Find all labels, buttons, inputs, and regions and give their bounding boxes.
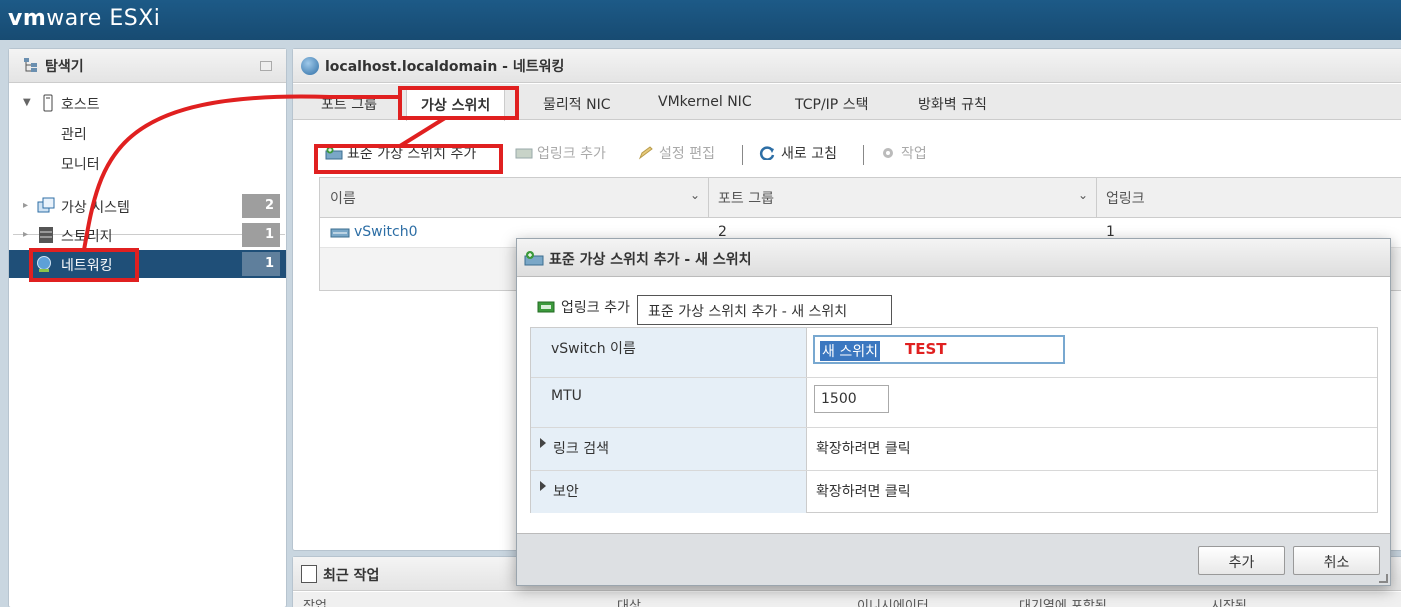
network-icon <box>37 256 51 272</box>
form-row-link-discovery[interactable]: 링크 검색 확장하려면 클릭 <box>531 428 1377 471</box>
column-header-queued[interactable]: 대기열에 포함됨 <box>1019 595 1107 607</box>
count-badge: 1 <box>242 252 280 276</box>
expand-triangle-icon[interactable] <box>540 481 546 491</box>
recent-tasks-title: 최근 작업 <box>323 568 380 584</box>
dialog-footer: 추가 취소 <box>517 533 1390 585</box>
clipboard-icon <box>301 565 317 583</box>
actions-button[interactable]: 작업 <box>879 143 927 163</box>
tab-bar: 포트 그룹 가상 스위치 물리적 NIC VMkernel NIC TCP/IP… <box>293 84 1401 121</box>
network-globe-icon <box>301 57 319 75</box>
cancel-button[interactable]: 취소 <box>1293 546 1380 575</box>
count-badge: 1 <box>242 223 280 247</box>
resize-grip-icon[interactable] <box>1379 574 1388 583</box>
tooltip: 표준 가상 스위치 추가 - 새 스위치 <box>637 295 892 325</box>
toolbar-separator <box>863 145 864 165</box>
tab-physical-nics[interactable]: 물리적 NIC <box>543 94 610 114</box>
add-switch-icon <box>524 251 544 266</box>
column-header-port-groups[interactable]: 포트 그룹 <box>718 188 774 208</box>
add-vswitch-dialog: 표준 가상 스위치 추가 - 새 스위치 업링크 추가 표준 가상 스위치 추가… <box>516 238 1391 586</box>
expand-triangle-icon[interactable] <box>540 438 546 448</box>
nav-item-host[interactable]: ▼ 호스트 <box>9 89 286 117</box>
chevron-down-icon[interactable]: ⌄ <box>1078 188 1088 202</box>
tab-port-groups[interactable]: 포트 그룹 <box>321 94 377 114</box>
nav-item-monitor[interactable]: 모니터 <box>9 149 286 177</box>
vswitch-name-value: 새 스위치 <box>820 341 880 361</box>
refresh-icon <box>759 146 775 160</box>
expand-caret-icon[interactable]: ▸ <box>23 200 28 211</box>
vmware-esxi-logo: vmware ESXi <box>8 6 161 31</box>
vswitch-icon <box>330 228 350 238</box>
edit-settings-button[interactable]: 설정 편집 <box>637 143 715 163</box>
security-expand-hint[interactable]: 확장하려면 클릭 <box>816 481 911 501</box>
column-header-initiator[interactable]: 이니시에이터 <box>857 595 929 607</box>
toolbar-separator <box>742 145 743 165</box>
tab-virtual-switches[interactable]: 가상 스위치 <box>406 88 506 121</box>
column-header-task[interactable]: 작업 <box>303 595 327 607</box>
toolbar: 표준 가상 스위치 추가 업링크 추가 설정 편집 새로 고침 작업 <box>293 139 1401 169</box>
expand-caret-icon[interactable]: ▸ <box>23 229 28 240</box>
refresh-button[interactable]: 새로 고침 <box>759 143 837 163</box>
vswitch-name-label: vSwitch 이름 <box>551 341 636 357</box>
uplink-icon <box>537 301 555 313</box>
recent-tasks-columns: 작업 대상 이니시에이터 대기열에 포함됨 시작됨 <box>293 592 1401 607</box>
pencil-icon <box>638 146 653 160</box>
add-button[interactable]: 추가 <box>1198 546 1285 575</box>
tab-vmkernel-nics[interactable]: VMkernel NIC <box>658 94 752 110</box>
vswitch-name-link[interactable]: vSwitch0 <box>354 224 417 240</box>
navigator-panel: 탐색기 ▼ 호스트 관리 모니터 ▸ 가상 시스템 2 ▸ 스토리지 1 네트워… <box>8 48 287 607</box>
form-row-security[interactable]: 보안 확장하려면 클릭 <box>531 471 1377 513</box>
nav-item-storage[interactable]: ▸ 스토리지 1 <box>9 221 286 249</box>
annotation-test-text: TEST <box>905 340 947 358</box>
uplink-icon <box>515 148 533 159</box>
top-bar: vmware ESXi <box>0 0 1401 40</box>
column-divider <box>708 178 709 218</box>
vswitch-name-input[interactable]: 새 스위치 TEST <box>813 335 1065 364</box>
navigator-tree-icon <box>24 58 37 72</box>
host-icon <box>43 94 53 112</box>
chevron-down-icon[interactable]: ⌄ <box>690 188 700 202</box>
column-header-name[interactable]: 이름 <box>330 188 356 208</box>
add-standard-vswitch-button[interactable]: 표준 가상 스위치 추가 <box>325 143 476 163</box>
link-discovery-label: 링크 검색 <box>553 441 609 457</box>
storage-icon <box>39 227 53 243</box>
form-row-mtu: MTU 1500 <box>531 378 1377 428</box>
panel-title: localhost.localdomain - 네트워킹 <box>325 59 565 75</box>
vswitch-form: vSwitch 이름 새 스위치 TEST MTU 1500 링크 검색 확장하… <box>530 327 1378 513</box>
dialog-header: 표준 가상 스위치 추가 - 새 스위치 <box>517 239 1390 277</box>
navigator-title: 탐색기 <box>45 59 84 75</box>
link-discovery-expand-hint[interactable]: 확장하려면 클릭 <box>816 438 911 458</box>
column-header-started[interactable]: 시작됨 <box>1211 595 1247 607</box>
navigator-header: 탐색기 <box>9 49 286 83</box>
mtu-input[interactable]: 1500 <box>814 385 889 413</box>
tab-firewall-rules[interactable]: 방화벽 규칙 <box>918 94 987 114</box>
expand-caret-icon[interactable]: ▼ <box>23 97 31 108</box>
nav-item-manage[interactable]: 관리 <box>9 119 286 147</box>
mtu-label: MTU <box>551 388 582 404</box>
networking-header: localhost.localdomain - 네트워킹 <box>293 49 1401 83</box>
gear-icon <box>883 148 893 158</box>
nav-item-networking[interactable]: 네트워킹 1 <box>9 250 286 278</box>
tab-tcpip-stacks[interactable]: TCP/IP 스택 <box>795 94 868 114</box>
column-divider <box>1096 178 1097 218</box>
column-header-uplinks[interactable]: 업링크 <box>1106 188 1145 208</box>
add-switch-icon <box>325 146 343 160</box>
vm-icon <box>37 197 55 213</box>
column-header-target[interactable]: 대상 <box>617 595 641 607</box>
table-header: 이름 ⌄ 포트 그룹 ⌄ 업링크 <box>320 178 1401 218</box>
form-row-vswitch-name: vSwitch 이름 새 스위치 TEST <box>531 328 1377 378</box>
collapse-panel-icon[interactable] <box>260 61 272 71</box>
add-uplink-button[interactable]: 업링크 추가 <box>515 143 606 163</box>
dialog-title: 표준 가상 스위치 추가 - 새 스위치 <box>549 252 752 268</box>
security-label: 보안 <box>553 484 579 500</box>
add-uplink-button[interactable]: 업링크 추가 <box>537 297 630 317</box>
nav-item-virtual-machines[interactable]: ▸ 가상 시스템 2 <box>9 192 286 220</box>
count-badge: 2 <box>242 194 280 218</box>
